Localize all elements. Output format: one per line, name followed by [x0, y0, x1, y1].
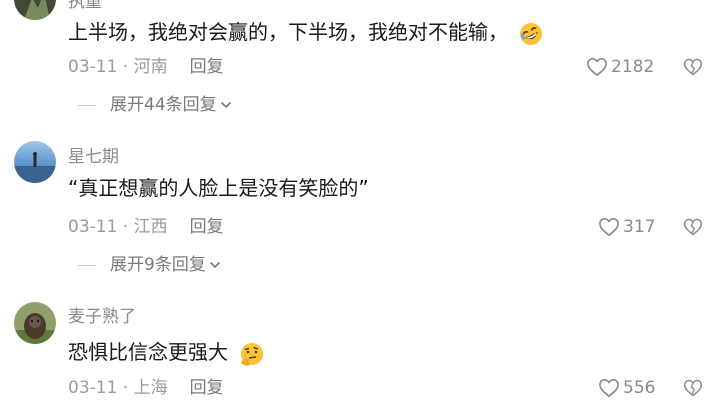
broken-heart-icon[interactable] — [683, 57, 703, 77]
broken-heart-icon[interactable] — [683, 378, 703, 398]
comment-text: “真正想赢的人脸上是没有笑脸的” — [68, 176, 369, 200]
expand-replies-button[interactable]: 展开9条回复 — [78, 254, 221, 276]
comment-location: 江西 — [133, 217, 168, 237]
meta-separator: · — [117, 217, 134, 237]
reply-button[interactable]: 回复 — [190, 378, 224, 398]
comment-username[interactable]: 麦子熟了 — [68, 307, 136, 327]
meta-separator: · — [117, 57, 134, 77]
reply-button[interactable]: 回复 — [190, 217, 224, 237]
chevron-down-icon — [209, 261, 220, 269]
like-button[interactable]: 2182 — [586, 56, 654, 78]
comment-date: 03-11 — [68, 378, 118, 398]
avatar[interactable] — [14, 141, 56, 183]
thinking-emoji-icon — [241, 342, 264, 366]
divider-line — [78, 264, 96, 266]
comment-text-content: 上半场，我绝对会赢的，下半场，我绝对不能输， — [68, 20, 508, 44]
comment-text: 恐惧比信念更强大 — [68, 339, 266, 367]
comment-date: 03-11 — [68, 57, 118, 77]
expand-replies-button[interactable]: 展开44条回复 — [78, 94, 232, 116]
heart-icon — [587, 58, 607, 76]
like-button[interactable]: 317 — [598, 216, 655, 238]
reply-button[interactable]: 回复 — [190, 57, 224, 77]
divider-line — [78, 104, 96, 106]
comment-location: 上海 — [133, 378, 168, 398]
avatar[interactable] — [14, 0, 56, 20]
like-count: 556 — [623, 378, 656, 398]
chevron-down-icon — [220, 101, 231, 109]
comment-text: 上半场，我绝对会赢的，下半场，我绝对不能输， — [68, 19, 544, 47]
heart-icon — [599, 379, 619, 397]
comment-meta: 03-11 · 上海 回复 — [68, 377, 224, 399]
rofl-emoji-icon — [520, 22, 543, 45]
like-count: 317 — [623, 217, 656, 237]
expand-replies-label: 展开44条回复 — [110, 95, 217, 115]
meta-separator: · — [117, 378, 134, 398]
avatar[interactable] — [14, 302, 56, 344]
broken-heart-icon[interactable] — [683, 217, 703, 237]
comment-meta: 03-11 · 江西 回复 — [68, 216, 224, 238]
heart-icon — [599, 218, 619, 236]
comment-username[interactable]: 执童 — [68, 0, 102, 12]
comment-text-content: 恐惧比信念更强大 — [68, 340, 228, 364]
expand-replies-label: 展开9条回复 — [110, 255, 206, 275]
like-count: 2182 — [611, 57, 655, 77]
like-button[interactable]: 556 — [598, 377, 655, 399]
comment-username[interactable]: 星七期 — [68, 147, 119, 167]
comment-location: 河南 — [133, 57, 168, 77]
comment-date: 03-11 — [68, 217, 118, 237]
comment-meta: 03-11 · 河南 回复 — [68, 56, 224, 78]
